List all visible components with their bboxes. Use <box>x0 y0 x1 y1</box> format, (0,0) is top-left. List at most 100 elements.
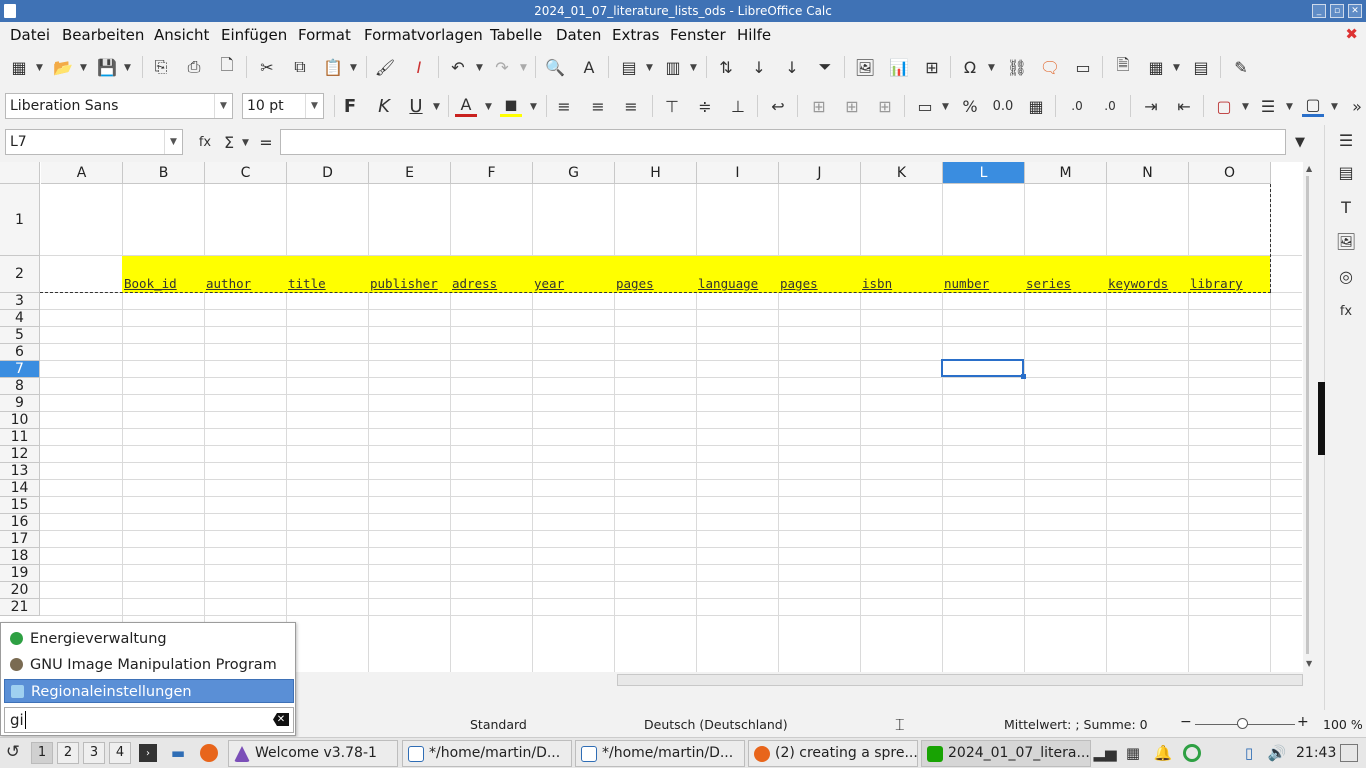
hyperlink-icon[interactable]: ⛓ <box>1006 56 1028 78</box>
gallery-icon[interactable]: 🖼 <box>1335 230 1357 252</box>
percent-icon[interactable]: % <box>959 95 981 117</box>
column-header-l[interactable]: L <box>943 162 1025 184</box>
launcher-item-energieverwaltung[interactable]: Energieverwaltung <box>4 627 294 651</box>
undo-icon[interactable]: ↶ <box>447 56 469 78</box>
header-cell[interactable]: Book_id <box>124 276 177 291</box>
row-header-2[interactable]: 2 <box>0 256 40 293</box>
functions-icon[interactable]: fx <box>1335 300 1357 322</box>
center-vertically-icon[interactable]: ≑ <box>694 95 716 117</box>
keyboard-icon[interactable]: ▦ <box>1124 744 1142 762</box>
draw-functions-icon[interactable]: ✎ <box>1230 56 1252 78</box>
cut-icon[interactable]: ✂ <box>256 56 278 78</box>
column-header-o[interactable]: O <box>1189 162 1271 184</box>
paste-icon[interactable]: 📋 <box>322 56 344 78</box>
decrease-indent-icon[interactable]: ⇤ <box>1173 95 1195 117</box>
align-right-icon[interactable]: ≡ <box>620 95 642 117</box>
header-cell[interactable]: library <box>1190 276 1243 291</box>
column-header-b[interactable]: B <box>123 162 205 184</box>
header-cell[interactable]: publisher <box>370 276 438 291</box>
row-header-1[interactable]: 1 <box>0 184 40 256</box>
row-header-7[interactable]: 7 <box>0 361 40 378</box>
task-firefox[interactable]: (2) creating a spre... <box>748 740 918 767</box>
pivot-table-icon[interactable]: ⊞ <box>921 56 943 78</box>
wrap-text-icon[interactable]: ↩ <box>767 95 789 117</box>
column-header-g[interactable]: G <box>533 162 615 184</box>
font-color-icon[interactable]: A <box>455 95 477 117</box>
italic-icon[interactable]: K <box>373 95 395 117</box>
open-folder-icon[interactable]: 📂 <box>52 56 74 78</box>
more-options-icon[interactable]: » <box>1346 95 1366 117</box>
row-header-15[interactable]: 15 <box>0 497 40 514</box>
font-size-combo[interactable]: 10 pt ▼ <box>242 93 324 119</box>
header-cell[interactable]: pages <box>616 276 654 291</box>
autofilter-icon[interactable]: ⏷ <box>814 56 836 78</box>
border-color-icon[interactable]: ▢ <box>1302 95 1324 117</box>
window-titlebar[interactable]: 2024_01_07_literature_lists_ods - LibreO… <box>0 0 1366 22</box>
name-box[interactable]: L7 ▼ <box>5 129 183 155</box>
launcher-item-gimp[interactable]: GNU Image Manipulation Program <box>4 653 294 677</box>
row-header-8[interactable]: 8 <box>0 378 40 395</box>
chevron-down-icon[interactable]: ▼ <box>214 94 232 118</box>
row-header-5[interactable]: 5 <box>0 327 40 344</box>
row-header-19[interactable]: 19 <box>0 565 40 582</box>
column-header-c[interactable]: C <box>205 162 287 184</box>
clipboard-icon[interactable]: ▯ <box>1240 744 1258 762</box>
copy-icon[interactable]: ⧉ <box>289 56 311 78</box>
column-header-a[interactable]: A <box>41 162 123 184</box>
workspace-2[interactable]: 2 <box>57 742 79 764</box>
selection-mode-icon[interactable]: ⌶ <box>895 715 905 735</box>
header-cell[interactable]: keywords <box>1108 276 1168 291</box>
export-pdf-icon[interactable]: ⎘ <box>150 56 172 78</box>
bold-icon[interactable]: F <box>339 95 361 117</box>
vertical-scrollbar[interactable]: ▲ ▼ <box>1303 162 1318 672</box>
row-header-13[interactable]: 13 <box>0 463 40 480</box>
file-manager-icon[interactable]: ▬ <box>169 744 187 762</box>
header-cell[interactable]: number <box>944 276 989 291</box>
notification-icon[interactable]: 🔔 <box>1154 744 1173 762</box>
row-header-21[interactable]: 21 <box>0 599 40 616</box>
column-header-h[interactable]: H <box>615 162 697 184</box>
header-cell[interactable]: language <box>698 276 758 291</box>
clone-formatting-icon[interactable]: 🖌 <box>374 56 396 78</box>
delete-decimal-icon[interactable]: .0 <box>1099 95 1121 117</box>
borders-icon[interactable]: ▢ <box>1213 95 1235 117</box>
header-cell[interactable]: title <box>288 276 326 291</box>
column-header-j[interactable]: J <box>779 162 861 184</box>
show-desktop-icon[interactable] <box>1340 744 1358 762</box>
row-header-17[interactable]: 17 <box>0 531 40 548</box>
menu-daten[interactable]: Daten <box>556 26 601 44</box>
define-print-area-icon[interactable]: 🗎 <box>1112 55 1134 78</box>
workspace-1[interactable]: 1 <box>31 742 53 764</box>
chevron-down-icon[interactable]: ▼ <box>305 94 323 118</box>
new-document-icon[interactable]: ▦ <box>8 56 30 78</box>
spreadsheet-grid[interactable]: ABCDEFGHIJKLMNO 1 2 3 4 5 6 7 8 9 10 11 12 13 14 15 16 1… <box>0 162 1318 672</box>
zoom-in-icon[interactable]: + <box>1297 714 1309 730</box>
row-header-14[interactable]: 14 <box>0 480 40 497</box>
formula-input[interactable] <box>280 129 1286 155</box>
sort-descending-icon[interactable]: ↓ <box>781 56 803 78</box>
expand-formula-bar-icon[interactable]: ▼ <box>1289 131 1311 153</box>
row-header-9[interactable]: 9 <box>0 395 40 412</box>
column-header-e[interactable]: E <box>369 162 451 184</box>
special-character-icon[interactable]: Ω <box>959 56 981 78</box>
task-editor-2[interactable]: */home/martin/D... <box>575 740 745 767</box>
align-bottom-icon[interactable]: ⊥ <box>727 95 749 117</box>
row-header-12[interactable]: 12 <box>0 446 40 463</box>
spelling-icon[interactable]: A <box>578 56 600 78</box>
start-menu-icon[interactable]: ↺ <box>4 742 22 762</box>
row-header-10[interactable]: 10 <box>0 412 40 429</box>
page-style[interactable]: Standard <box>470 717 527 732</box>
workspace-3[interactable]: 3 <box>83 742 105 764</box>
insert-chart-icon[interactable]: 📊 <box>888 56 910 78</box>
comment-icon[interactable]: 🗨 <box>1039 56 1061 78</box>
headers-footers-icon[interactable]: ▭ <box>1072 56 1094 78</box>
freeze-rows-columns-icon[interactable]: ▦ <box>1145 56 1167 78</box>
increase-indent-icon[interactable]: ⇥ <box>1140 95 1162 117</box>
highlight-color-icon[interactable]: ◼ <box>500 95 522 117</box>
merge-center-icon[interactable]: ⊞ <box>808 95 830 117</box>
add-decimal-icon[interactable]: .0 <box>1066 95 1088 117</box>
menu-hilfe[interactable]: Hilfe <box>737 26 771 44</box>
chevron-down-icon[interactable]: ▼ <box>164 130 182 154</box>
clock[interactable]: 21:43 <box>1296 745 1336 761</box>
menu-fenster[interactable]: Fenster <box>670 26 726 44</box>
